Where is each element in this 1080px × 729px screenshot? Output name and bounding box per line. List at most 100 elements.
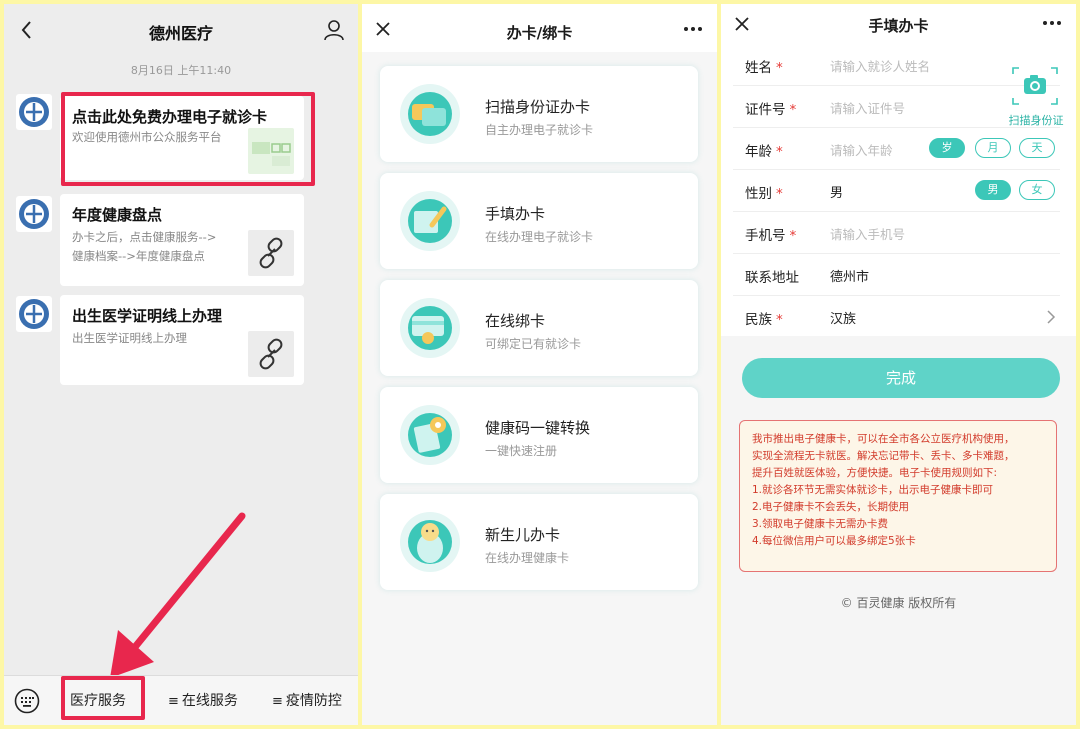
service-desc: 自主办理电子就诊卡 <box>485 123 594 137</box>
page-title: 办卡/绑卡 <box>506 24 573 42</box>
hospital-logo-icon <box>19 199 49 229</box>
notice-line: 1.就诊各环节无需实体就诊卡，出示电子健康卡即可 <box>752 484 994 496</box>
ethnicity-field-row[interactable]: 民族 * 汉族 <box>733 296 1060 338</box>
label-text: 手机号 <box>745 228 786 244</box>
tab-label: 在线服务 <box>181 693 238 709</box>
service-desc: 在线办理电子就诊卡 <box>485 230 594 244</box>
service-name: 在线绑卡 <box>485 312 546 330</box>
chat-header: 德州医疗 <box>4 4 358 56</box>
label-text: 姓名 <box>745 60 772 76</box>
avatar[interactable] <box>16 94 52 130</box>
service-manual-form[interactable]: 手填办卡 在线办理电子就诊卡 <box>380 173 698 269</box>
address-input[interactable]: 德州市 <box>830 266 869 285</box>
link-icon <box>259 237 283 269</box>
camera-scan-icon <box>1012 67 1058 105</box>
message-timestamp: 8月16日 上午11:40 <box>130 64 232 77</box>
age-field-row[interactable]: 年龄 * 请输入年龄 岁 月 天 <box>733 128 1060 170</box>
phone-input[interactable]: 请输入手机号 <box>830 224 905 243</box>
page-title: 手填办卡 <box>868 17 929 35</box>
notice-line: 3.领取电子健康卡无需办卡费 <box>752 518 889 530</box>
hospital-logo-icon <box>19 299 49 329</box>
keyboard-icon[interactable] <box>14 688 40 714</box>
message-desc-line: 健康档案-->年度健康盘点 <box>72 249 205 263</box>
notice-line: 我市推出电子健康卡，可以在全市各公立医疗机构使用， <box>752 433 1015 445</box>
pointer-arrow-icon <box>110 512 246 678</box>
field-label: 手机号 * <box>745 224 796 244</box>
service-desc: 可绑定已有就诊卡 <box>485 337 582 351</box>
message-title: 出生医学证明线上办理 <box>72 307 223 325</box>
scan-id-button[interactable]: 扫描身份证 <box>1005 62 1065 128</box>
service-bind-card[interactable]: 在线绑卡 可绑定已有就诊卡 <box>380 280 698 376</box>
chat-panel: 德州医疗 8月16日 上午11:40 点击此处免费办理电子就诊卡 欢迎使用德州市… <box>4 4 358 725</box>
label-text: 民族 <box>745 312 772 328</box>
age-input[interactable]: 请输入年龄 <box>830 140 893 159</box>
avatar[interactable] <box>16 196 52 232</box>
address-field-row[interactable]: 联系地址 德州市 <box>733 254 1060 296</box>
highlight-box <box>61 676 145 720</box>
chevron-right-icon <box>1047 310 1056 324</box>
age-unit-month[interactable]: 月 <box>975 138 1011 158</box>
name-input[interactable]: 请输入就诊人姓名 <box>830 56 930 75</box>
page-header: 手填办卡 <box>721 4 1076 44</box>
hospital-logo-icon <box>19 97 49 127</box>
person-icon[interactable] <box>322 18 346 42</box>
message-card-health-review[interactable]: 年度健康盘点 办卡之后，点击健康服务--> 健康档案-->年度健康盘点 <box>60 194 304 286</box>
field-label: 民族 * <box>745 308 783 328</box>
service-name: 手填办卡 <box>485 205 546 223</box>
page-header: 办卡/绑卡 <box>362 4 717 52</box>
required-mark: * <box>776 60 783 76</box>
more-icon[interactable] <box>683 26 703 32</box>
required-mark: * <box>776 186 783 202</box>
tab-epidemic-control[interactable]: ≡ 疫情防控 <box>272 690 342 710</box>
gender-value: 男 <box>830 186 844 201</box>
copyright-text: © 百灵健康 版权所有 <box>840 596 957 610</box>
gender-field-row[interactable]: 性别 * 男 男 女 <box>733 170 1060 212</box>
notice-line: 实现全流程无卡就医。解决忘记带卡、丢卡、多卡难题， <box>752 450 1015 462</box>
message-title: 年度健康盘点 <box>72 206 163 224</box>
service-id-scan[interactable]: 扫描身份证办卡 自主办理电子就诊卡 <box>380 66 698 162</box>
service-name: 新生儿办卡 <box>485 526 561 544</box>
newborn-icon <box>400 512 460 572</box>
required-mark: * <box>789 228 797 244</box>
chat-title: 德州医疗 <box>148 24 213 43</box>
message-card-birth-cert[interactable]: 出生医学证明线上办理 出生医学证明线上办理 <box>60 295 304 385</box>
tab-online-service[interactable]: ≡ 在线服务 <box>168 690 238 710</box>
link-thumbnail <box>248 230 294 276</box>
label-text: 证件号 <box>745 102 786 118</box>
service-desc: 在线办理健康卡 <box>485 551 570 565</box>
more-icon[interactable] <box>1042 20 1062 26</box>
service-newborn[interactable]: 新生儿办卡 在线办理健康卡 <box>380 494 698 590</box>
required-mark: * <box>789 102 797 118</box>
health-code-icon <box>400 405 460 465</box>
notice-line: 4.每位微信用户可以最多绑定5张卡 <box>752 535 916 547</box>
message-desc: 出生医学证明线上办理 <box>72 331 187 345</box>
age-unit-day[interactable]: 天 <box>1019 138 1055 158</box>
scan-id-label: 扫描身份证 <box>1008 114 1064 127</box>
field-label: 联系地址 <box>745 270 799 286</box>
card-service-panel: 办卡/绑卡 扫描身份证办卡 自主办理电子就诊卡 手填办卡 在线办理电子就诊卡 在… <box>362 4 717 725</box>
menu-lines-icon: ≡ <box>168 694 179 709</box>
tab-label: 疫情防控 <box>285 693 342 709</box>
id-card-scan-icon <box>400 84 460 144</box>
avatar[interactable] <box>16 296 52 332</box>
ethnicity-select[interactable]: 汉族 <box>830 308 856 327</box>
service-name: 扫描身份证办卡 <box>485 98 591 116</box>
id-input[interactable]: 请输入证件号 <box>830 98 905 117</box>
message-desc-line: 办卡之后，点击健康服务--> <box>72 230 217 244</box>
phone-field-row[interactable]: 手机号 * 请输入手机号 <box>733 212 1060 254</box>
gender-female-option[interactable]: 女 <box>1019 180 1055 200</box>
service-health-code[interactable]: 健康码一键转换 一键快速注册 <box>380 387 698 483</box>
label-text: 年龄 <box>745 144 772 160</box>
notice-line: 2.电子健康卡不会丢失，长期使用 <box>752 501 910 513</box>
service-desc: 一键快速注册 <box>485 444 558 458</box>
submit-button[interactable]: 完成 <box>742 358 1060 398</box>
manual-form-panel: 手填办卡 姓名 * 请输入就诊人姓名 证件号 * 请输入证件号 年龄 * 请输入年龄 … <box>721 4 1076 725</box>
gender-male-option[interactable]: 男 <box>975 180 1011 200</box>
required-mark: * <box>776 312 783 328</box>
required-mark: * <box>776 144 783 160</box>
age-unit-year[interactable]: 岁 <box>929 138 965 158</box>
link-thumbnail <box>248 331 294 377</box>
label-text: 性别 <box>745 186 772 202</box>
bind-card-icon <box>400 298 460 358</box>
manual-form-icon <box>400 191 460 251</box>
